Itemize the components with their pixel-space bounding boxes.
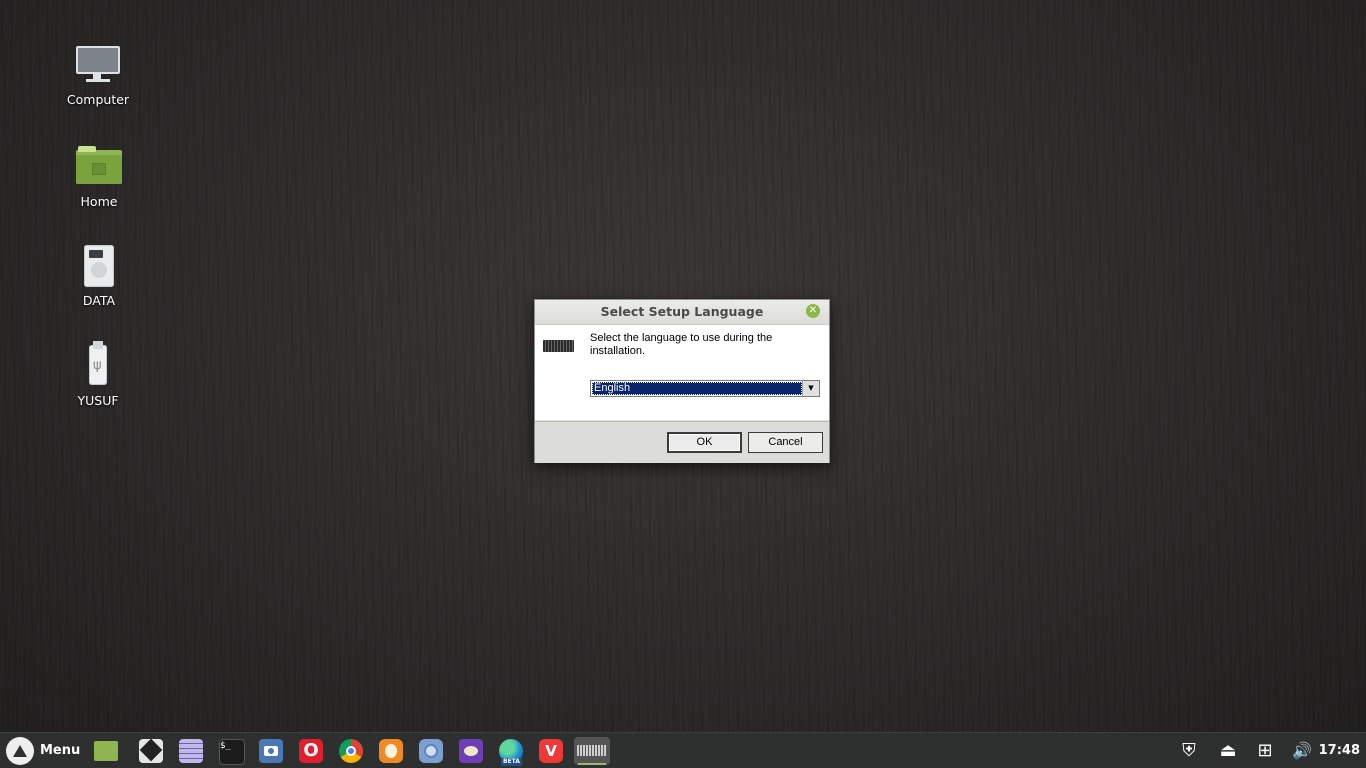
eject-icon[interactable]: ⏏ [1214,737,1242,765]
chrome-launcher[interactable] [336,737,366,765]
desktop-icon-label: DATA [82,293,116,308]
drive-icon [74,245,124,289]
network-icon[interactable]: ⊞ [1251,737,1279,765]
language-select[interactable]: English ▼ [590,380,820,397]
opera-glyph: O [303,740,319,761]
dialog-footer: OK Cancel [535,421,829,463]
desktop-icon-computer[interactable]: Computer [48,44,148,107]
active-window-indicator [578,763,606,765]
beta-badge: BETA [501,758,522,766]
chevron-down-icon[interactable]: ▼ [802,381,819,396]
screenshot-launcher[interactable] [256,737,286,765]
taskbar: Menu $_ O BETA V ⛨ ⏏ ⊞ 🔊 17:48 [0,732,1366,768]
chrome-icon [339,739,363,763]
dialog-body: Select the language to use during the in… [535,325,829,420]
desktop-icon-label: Home [80,194,118,209]
keyboard-icon [577,745,607,756]
opera-icon: O [299,739,323,763]
file-manager-launcher[interactable] [91,737,121,765]
vivaldi-icon: V [539,739,563,763]
inkscape-launcher[interactable] [136,737,166,765]
desktop-icon-label: Computer [66,92,130,107]
menu-button[interactable]: Menu [6,736,80,766]
usb-drive-icon: ψ [73,341,123,389]
dialog-titlebar[interactable]: Select Setup Language ✕ [535,300,829,325]
setup-window-button[interactable] [574,737,610,765]
gimp-icon [459,739,483,763]
terminal-icon: $_ [219,739,245,765]
shield-icon[interactable]: ⛨ [1175,737,1203,765]
setup-language-dialog: Select Setup Language ✕ Select the langu… [534,299,830,463]
computer-icon [73,44,123,88]
terminal-launcher[interactable]: $_ [216,737,246,765]
desktop-icon-label: YUSUF [77,393,119,408]
desktop-icon-data[interactable]: DATA [49,245,149,308]
firefox-icon [379,739,403,763]
dialog-message: Select the language to use during the in… [590,332,773,357]
vivaldi-glyph: V [545,742,557,760]
ok-button[interactable]: OK [667,432,742,453]
volume-icon[interactable]: 🔊 [1288,737,1316,765]
inkscape-icon [139,738,163,763]
dialog-title: Select Setup Language [600,304,764,319]
desktop-icon-yusuf[interactable]: ψ YUSUF [48,341,148,408]
close-icon[interactable]: ✕ [806,304,820,318]
chromium-icon [419,739,443,763]
chromium-launcher[interactable] [416,737,446,765]
desktop-icon-home[interactable]: Home [49,146,149,209]
home-folder-icon [74,146,124,190]
text-editor-launcher[interactable] [176,737,206,765]
menu-label: Menu [40,743,81,758]
text-editor-icon [179,739,203,763]
gimp-launcher[interactable] [456,737,486,765]
keyboard-icon [543,340,574,352]
folder-icon [94,741,118,761]
camera-icon [259,739,283,763]
terminal-prompt: $_ [220,741,231,751]
firefox-launcher[interactable] [376,737,406,765]
opera-launcher[interactable]: O [296,737,326,765]
language-select-value: English [592,382,802,395]
cancel-button[interactable]: Cancel [748,432,823,453]
mint-logo-icon [6,736,34,765]
vivaldi-launcher[interactable]: V [536,737,566,765]
clock[interactable]: 17:48 [1319,733,1360,768]
edge-beta-launcher[interactable]: BETA [496,737,526,766]
